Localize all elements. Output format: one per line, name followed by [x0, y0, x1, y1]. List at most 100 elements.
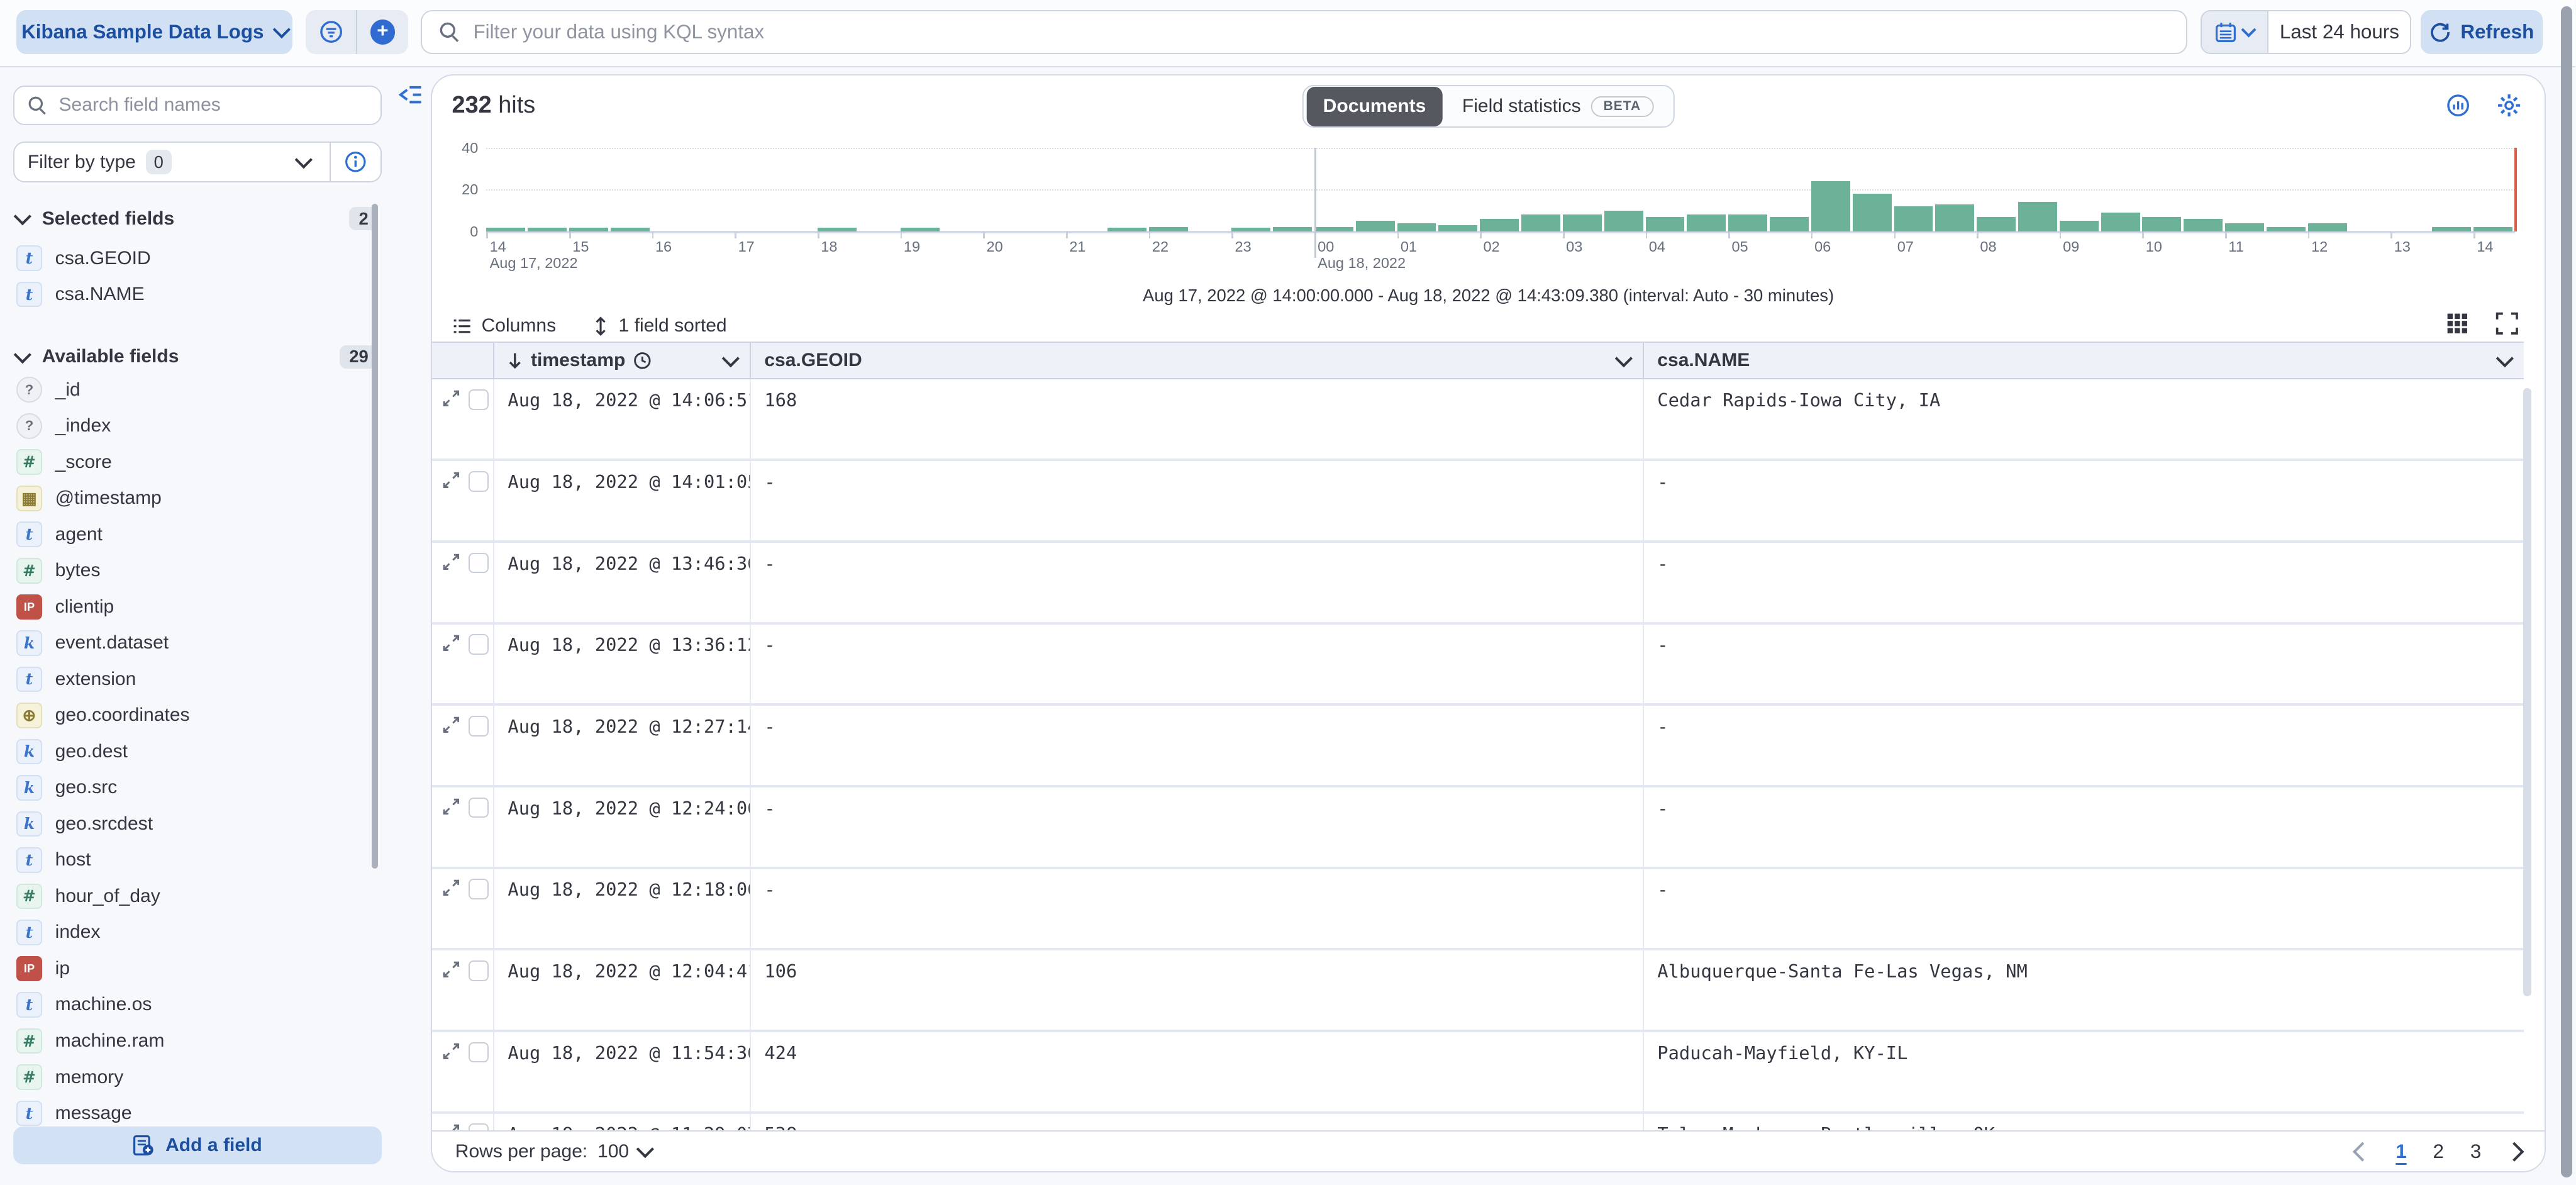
selected-fields-header[interactable]: Selected fields 2: [16, 204, 378, 233]
field-item-machine.os[interactable]: tmachine.os: [16, 987, 372, 1023]
name-column-header[interactable]: csa.NAME: [1644, 343, 2524, 378]
add-field-button[interactable]: Add a field: [13, 1127, 382, 1164]
field-item-memory[interactable]: #memory: [16, 1059, 372, 1096]
next-page-button[interactable]: [2504, 1142, 2524, 1162]
column-menu-chevron-icon[interactable]: [2496, 350, 2514, 367]
expand-document-icon[interactable]: [442, 389, 460, 408]
field-item-csa.GEOID[interactable]: tcsa.GEOID: [16, 240, 372, 277]
table-row: Aug 18, 2022 @ 14:01:05.297--: [432, 461, 2524, 543]
field-item-agent[interactable]: tagent: [16, 516, 372, 553]
date-picker-button[interactable]: [2201, 10, 2268, 55]
field-name: message: [55, 1103, 132, 1124]
expand-document-icon[interactable]: [442, 716, 460, 734]
display-density-icon[interactable]: [2446, 312, 2469, 335]
x-axis-day-label: Aug 18, 2022: [1318, 255, 1406, 272]
collapse-sidebar-button[interactable]: [398, 82, 423, 107]
refresh-button[interactable]: Refresh: [2421, 10, 2543, 55]
available-fields-header[interactable]: Available fields 29: [16, 342, 378, 372]
expand-document-icon[interactable]: [442, 798, 460, 816]
x-axis-tick-label: 10: [2146, 238, 2162, 255]
sidebar-scrollbar[interactable]: [372, 204, 378, 868]
window-scrollbar[interactable]: [2561, 6, 2572, 1177]
grid-body: Aug 18, 2022 @ 14:06:51.816168Cedar Rapi…: [432, 379, 2524, 1133]
gear-icon[interactable]: [2497, 93, 2521, 118]
field-item-host[interactable]: thost: [16, 842, 372, 879]
field-item-hour_of_day[interactable]: #hour_of_day: [16, 878, 372, 915]
fullscreen-icon[interactable]: [2496, 312, 2519, 335]
available-fields-label: Available fields: [42, 346, 179, 367]
page-button-2[interactable]: 2: [2433, 1140, 2444, 1163]
rows-per-page-button[interactable]: Rows per page: 100: [455, 1141, 652, 1162]
timestamp-column-header[interactable]: timestamp: [494, 343, 751, 378]
row-checkbox[interactable]: [469, 553, 489, 574]
sort-fields-button[interactable]: 1 field sorted: [592, 315, 727, 337]
row-checkbox[interactable]: [469, 634, 489, 655]
saved-query-menu-button[interactable]: [306, 10, 357, 55]
data-view-picker[interactable]: Kibana Sample Data Logs: [16, 10, 292, 55]
cell-name: Albuquerque-Santa Fe-Las Vegas, NM: [1644, 950, 2524, 1030]
tab-field-statistics[interactable]: Field statisticsBETA: [1446, 87, 1670, 126]
expand-document-icon[interactable]: [442, 553, 460, 571]
field-item-clientip[interactable]: IPclientip: [16, 589, 372, 625]
column-menu-chevron-icon[interactable]: [1615, 350, 1633, 367]
row-checkbox[interactable]: [469, 1042, 489, 1063]
expand-document-icon[interactable]: [442, 471, 460, 489]
kql-search-input[interactable]: Filter your data using KQL syntax: [421, 10, 2187, 55]
row-checkbox[interactable]: [469, 716, 489, 737]
add-filter-button[interactable]: +: [357, 10, 408, 55]
field-item-event.dataset[interactable]: kevent.dataset: [16, 625, 372, 662]
field-item-_id[interactable]: ?_id: [16, 372, 372, 408]
row-checkbox[interactable]: [469, 471, 489, 492]
tab-documents[interactable]: Documents: [1307, 87, 1443, 126]
field-name: event.dataset: [55, 632, 169, 654]
field-type-k-icon: k: [16, 775, 42, 801]
field-item-index[interactable]: tindex: [16, 915, 372, 951]
x-axis-tick-label: 06: [1814, 238, 1831, 255]
info-icon[interactable]: [344, 150, 367, 174]
field-search-placeholder: Search field names: [58, 94, 220, 116]
histogram-bar: [1811, 181, 1850, 231]
field-name: extension: [55, 669, 136, 690]
grid-scrollbar[interactable]: [2523, 388, 2531, 997]
field-item-machine.ram[interactable]: #machine.ram: [16, 1023, 372, 1059]
filter-by-type-dropdown[interactable]: Filter by type 0: [13, 142, 382, 182]
field-item-_score[interactable]: #_score: [16, 444, 372, 481]
x-axis-tick: [1894, 231, 1896, 238]
histogram-bar: [1314, 227, 1353, 231]
field-item-geo.srcdest[interactable]: kgeo.srcdest: [16, 806, 372, 842]
previous-page-button[interactable]: [2353, 1142, 2373, 1162]
field-item-geo.src[interactable]: kgeo.src: [16, 770, 372, 806]
row-checkbox[interactable]: [469, 960, 489, 981]
field-item-message[interactable]: tmessage: [16, 1095, 372, 1132]
filter-count-badge: 0: [146, 150, 172, 174]
geoid-column-header[interactable]: csa.GEOID: [751, 343, 1644, 378]
field-item-bytes[interactable]: #bytes: [16, 553, 372, 589]
page-button-1[interactable]: 1: [2396, 1140, 2406, 1163]
row-checkbox[interactable]: [469, 798, 489, 818]
field-item-geo.coordinates[interactable]: ⊕geo.coordinates: [16, 698, 372, 734]
field-item-geo.dest[interactable]: kgeo.dest: [16, 733, 372, 770]
histogram-bar: [1853, 194, 1892, 231]
field-item-csa.NAME[interactable]: tcsa.NAME: [16, 276, 372, 313]
columns-button[interactable]: Columns: [452, 315, 557, 337]
expand-document-icon[interactable]: [442, 960, 460, 979]
field-search-input[interactable]: Search field names: [13, 86, 382, 125]
page-button-3[interactable]: 3: [2470, 1140, 2481, 1163]
day-boundary-line: [1314, 148, 1316, 258]
chevron-down-icon: [14, 208, 31, 225]
field-item-@timestamp[interactable]: ▦@timestamp: [16, 481, 372, 517]
field-item-_index[interactable]: ?_index: [16, 408, 372, 444]
expand-document-icon[interactable]: [442, 634, 460, 652]
field-item-extension[interactable]: textension: [16, 661, 372, 698]
expand-document-icon[interactable]: [442, 879, 460, 897]
row-checkbox[interactable]: [469, 389, 489, 410]
expand-document-icon[interactable]: [442, 1042, 460, 1060]
gridline-20: [486, 189, 2515, 191]
field-item-ip[interactable]: IPip: [16, 950, 372, 987]
column-menu-chevron-icon[interactable]: [722, 350, 740, 367]
inspect-icon[interactable]: [2446, 93, 2470, 118]
field-type-t-icon: t: [16, 245, 42, 271]
time-range-value[interactable]: Last 24 hours: [2267, 10, 2411, 55]
row-checkbox[interactable]: [469, 879, 489, 899]
tab-label: Documents: [1323, 96, 1426, 117]
